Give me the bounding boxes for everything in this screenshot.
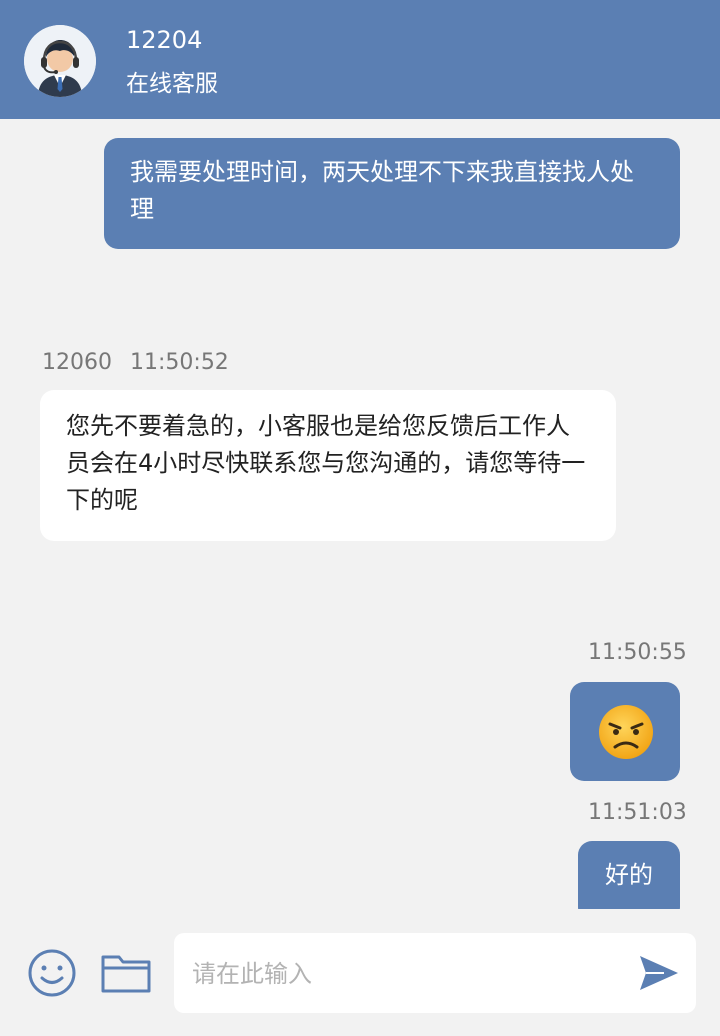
outgoing-message[interactable]: 我需要处理时间，两天处理不下来我直接找人处理: [104, 138, 680, 249]
message-time: 11:51:03: [588, 800, 687, 825]
customer-service-avatar-icon: [24, 25, 96, 97]
agent-id: 12204: [126, 26, 203, 54]
emoji-button[interactable]: [24, 945, 80, 1001]
incoming-message[interactable]: 您先不要着急的，小客服也是给您反馈后工作人员会在4小时尽快联系您与您沟通的，请您…: [40, 390, 616, 541]
outgoing-emoji-message[interactable]: [570, 682, 680, 781]
composer-bar: [0, 909, 720, 1036]
message-sender: 12060: [42, 350, 112, 375]
chat-header: 12204 在线客服: [0, 0, 720, 119]
angry-face-emoji-icon: [599, 705, 653, 759]
message-time: 11:50:52: [130, 350, 229, 375]
message-input[interactable]: [190, 933, 634, 1015]
message-text: 好的: [605, 861, 653, 889]
agent-title: 在线客服: [126, 71, 218, 97]
message-text: 我需要处理时间，两天处理不下来我直接找人处理: [130, 158, 634, 223]
message-input-box[interactable]: [174, 933, 696, 1015]
agent-avatar[interactable]: [24, 25, 96, 97]
folder-icon: [101, 955, 151, 993]
file-button[interactable]: [98, 945, 154, 1001]
message-list[interactable]: 我需要处理时间，两天处理不下来我直接找人处理 12060 11:50:52 您先…: [0, 119, 720, 909]
smiley-icon: [28, 949, 76, 997]
send-icon: [640, 956, 678, 990]
message-text: 您先不要着急的，小客服也是给您反馈后工作人员会在4小时尽快联系您与您沟通的，请您…: [66, 412, 586, 514]
outgoing-message[interactable]: 好的: [578, 841, 680, 909]
send-button[interactable]: [634, 949, 682, 997]
message-time: 11:50:55: [588, 640, 687, 665]
